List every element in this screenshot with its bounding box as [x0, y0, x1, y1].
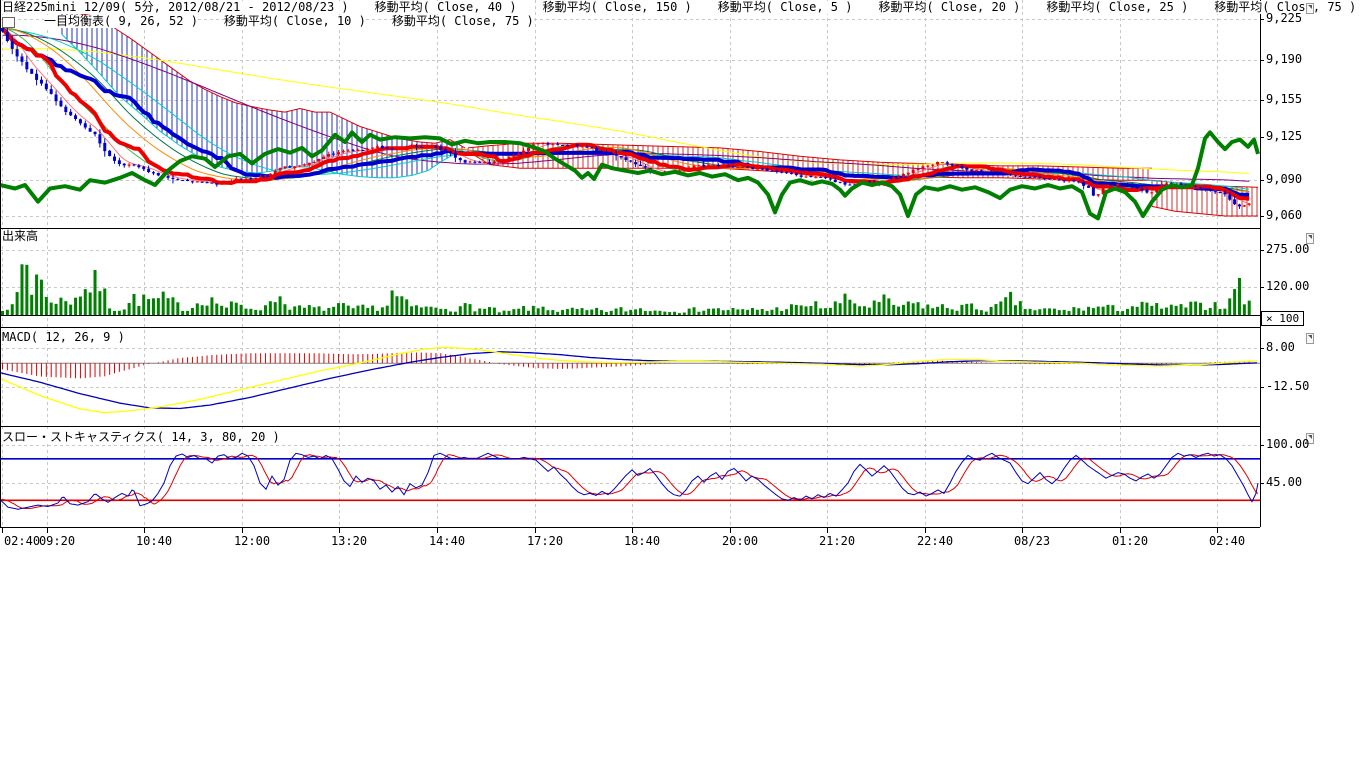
time-axis-label: 08/23	[1010, 535, 1054, 548]
time-axis-label: 18:40	[620, 535, 664, 548]
legend-collapse-icon[interactable]	[2, 17, 15, 28]
macd-panel-label: MACD( 12, 26, 9 )	[2, 331, 125, 344]
time-axis-label: 21:20	[815, 535, 859, 548]
time-axis-label: 17:20	[523, 535, 567, 548]
volume-axis-label: 120.00	[1266, 280, 1309, 293]
chart-application-window: 日経225mini 12/09( 5分, 2012/08/21 - 2012/0…	[0, 0, 1366, 768]
legend-item: 移動平均( Close, 5 )	[718, 1, 853, 14]
legend-item: 移動平均( Close, 150 )	[543, 1, 692, 14]
stoch-axis-label: 45.00	[1266, 476, 1302, 489]
time-axis-label: 13:20	[327, 535, 371, 548]
volume-unit-badge: × 100	[1261, 311, 1304, 326]
time-axis-label: 22:40	[913, 535, 957, 548]
time-axis-label: 12:00	[230, 535, 274, 548]
chart-title: 日経225mini 12/09( 5分, 2012/08/21 - 2012/0…	[2, 1, 349, 14]
price-axis-label: 9,155	[1266, 93, 1302, 106]
legend-item: 移動平均( Close, 20 )	[878, 1, 1020, 14]
macd-panel-collapse-icon[interactable]	[1306, 333, 1314, 344]
legend-item: 移動平均( Close, 10 )	[224, 15, 366, 28]
chart-plot-area[interactable]	[0, 0, 1366, 560]
stoch-panel-label: スロー・ストキャスティクス( 14, 3, 80, 20 )	[2, 431, 280, 444]
price-axis-label: 9,125	[1266, 130, 1302, 143]
legend-item: 一目均衡表( 9, 26, 52 )	[44, 15, 198, 28]
time-axis-label: 14:40	[425, 535, 469, 548]
macd-axis-label: -12.50	[1266, 380, 1309, 393]
time-axis-label: 02:40	[1205, 535, 1249, 548]
header-row-2: 一目均衡表( 9, 26, 52 ) 移動平均( Close, 10 ) 移動平均(…	[2, 15, 534, 28]
header-row-1: 日経225mini 12/09( 5分, 2012/08/21 - 2012/0…	[2, 1, 1356, 14]
stoch-axis-label: 100.00	[1266, 438, 1309, 451]
price-axis-label: 9,060	[1266, 209, 1302, 222]
legend-item: 移動平均( Close, 40 )	[375, 1, 517, 14]
legend-item: 移動平均( Close, 25 )	[1046, 1, 1188, 14]
volume-panel-label: 出来高	[2, 230, 38, 243]
price-panel-collapse-icon[interactable]	[1306, 3, 1314, 14]
time-axis-label: 20:00	[718, 535, 762, 548]
legend-item: 移動平均( Close, 75 )	[392, 15, 534, 28]
time-axis-label: 09:20	[35, 535, 79, 548]
time-axis-label: 01:20	[1108, 535, 1152, 548]
time-axis-label: 10:40	[132, 535, 176, 548]
price-axis-label: 9,190	[1266, 53, 1302, 66]
price-axis-label: 9,090	[1266, 173, 1302, 186]
volume-axis-label: 275.00	[1266, 243, 1309, 256]
price-axis-label: 9,225	[1266, 12, 1302, 25]
macd-axis-label: 8.00	[1266, 341, 1295, 354]
